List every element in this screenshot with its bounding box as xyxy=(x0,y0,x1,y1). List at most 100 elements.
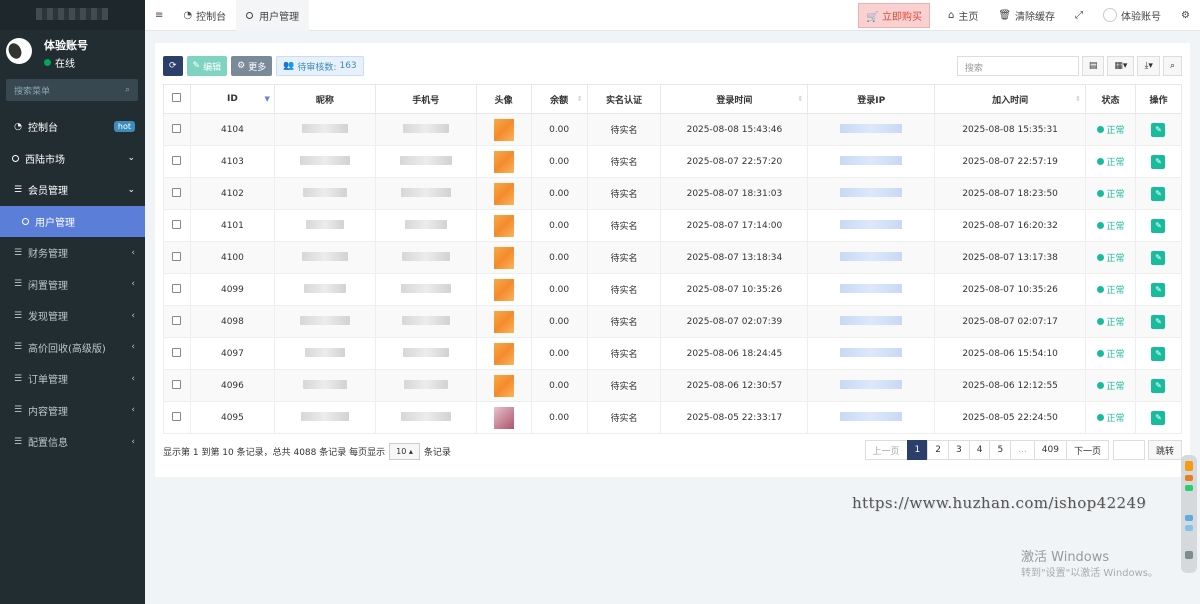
table-row[interactable]: 4103 0.00 待实名 2025-08-07 22:57:20 2025-08-07… xyxy=(163,145,1183,178)
edit-row-button[interactable]: ✎ xyxy=(1151,314,1166,329)
avatar[interactable] xyxy=(493,342,514,365)
sidebar-item-config[interactable]: ☰ 配置信息 ‹ xyxy=(0,426,145,458)
cell-login-ip[interactable] xyxy=(807,369,936,402)
account-menu[interactable]: 体验账号 xyxy=(1093,0,1171,31)
cell-avatar[interactable] xyxy=(475,337,532,370)
row-checkbox[interactable] xyxy=(163,209,191,242)
row-checkbox[interactable] xyxy=(163,113,191,146)
col-id[interactable]: ID ▼ xyxy=(189,84,275,114)
table-row[interactable]: 4099 0.00 待实名 2025-08-07 10:35:26 2025-08-07… xyxy=(163,273,1183,306)
refresh-button[interactable]: ⟳ xyxy=(163,56,183,76)
cell-avatar[interactable] xyxy=(475,369,532,402)
floating-monitor-widget[interactable] xyxy=(1181,455,1197,573)
menu-toggle-button[interactable]: ≡ xyxy=(145,0,173,31)
buy-now-button[interactable]: 🛒 立即购买 xyxy=(858,2,930,28)
sidebar-item-members[interactable]: ☰ 会员管理 ⌄ xyxy=(0,174,145,206)
sidebar-item-content[interactable]: ☰ 内容管理 ‹ xyxy=(0,395,145,427)
goto-page-button[interactable]: 跳转 xyxy=(1147,440,1182,460)
row-checkbox[interactable] xyxy=(163,241,191,274)
avatar[interactable] xyxy=(493,150,514,173)
row-checkbox[interactable] xyxy=(163,145,191,178)
tab-users[interactable]: 用户管理 xyxy=(236,0,310,31)
clear-cache-button[interactable]: 🗑 清除缓存 xyxy=(988,0,1065,31)
table-row[interactable]: 4096 0.00 待实名 2025-08-06 12:30:57 2025-08-06… xyxy=(163,369,1183,402)
edit-row-button[interactable]: ✎ xyxy=(1151,122,1166,137)
edit-row-button[interactable]: ✎ xyxy=(1151,410,1166,425)
avatar[interactable] xyxy=(493,246,514,269)
page-button[interactable]: 1 xyxy=(906,440,929,460)
avatar[interactable] xyxy=(493,374,514,397)
avatar[interactable] xyxy=(493,278,514,301)
cell-login-ip[interactable] xyxy=(807,209,936,242)
cell-login-ip[interactable] xyxy=(807,273,936,306)
row-checkbox[interactable] xyxy=(163,369,191,402)
sidebar-item-finance[interactable]: ☰ 财务管理 ‹ xyxy=(0,237,145,269)
cell-avatar[interactable] xyxy=(475,401,532,434)
avatar[interactable] xyxy=(493,182,514,205)
cell-avatar[interactable] xyxy=(475,177,532,210)
search-icon[interactable]: ⌕ xyxy=(125,85,130,95)
next-page-button[interactable]: 下一页 xyxy=(1065,440,1109,460)
cell-avatar[interactable] xyxy=(475,305,532,338)
page-button[interactable]: 4 xyxy=(968,440,991,460)
cell-login-ip[interactable] xyxy=(807,113,936,146)
sidebar-item-orders[interactable]: ☰ 订单管理 ‹ xyxy=(0,363,145,395)
export-button[interactable]: ⤓▾ xyxy=(1137,56,1160,76)
avatar[interactable] xyxy=(493,406,514,429)
table-search-input[interactable]: 搜索 xyxy=(956,56,1079,76)
columns-button[interactable]: ▦▾ xyxy=(1107,56,1135,76)
prev-page-button[interactable]: 上一页 xyxy=(864,440,908,460)
table-row[interactable]: 4101 0.00 待实名 2025-08-07 17:14:00 2025-08-07… xyxy=(163,209,1183,242)
cell-avatar[interactable] xyxy=(475,209,532,242)
toggle-view-button[interactable]: ▤ xyxy=(1081,56,1105,76)
row-checkbox[interactable] xyxy=(163,337,191,370)
page-button[interactable]: 409 xyxy=(1033,440,1067,460)
menu-search-input[interactable]: 搜索菜单 ⌕ xyxy=(6,79,138,101)
table-row[interactable]: 4100 0.00 待实名 2025-08-07 13:18:34 2025-08-07… xyxy=(163,241,1183,274)
home-link[interactable]: ⌂ 主页 xyxy=(938,0,988,31)
row-checkbox[interactable] xyxy=(163,177,191,210)
edit-row-button[interactable]: ✎ xyxy=(1151,250,1166,265)
table-row[interactable]: 4098 0.00 待实名 2025-08-07 02:07:39 2025-08-07… xyxy=(163,305,1183,338)
row-checkbox[interactable] xyxy=(163,401,191,434)
logo[interactable] xyxy=(0,0,145,30)
table-row[interactable]: 4095 0.00 待实名 2025-08-05 22:33:17 2025-08-05… xyxy=(163,401,1183,434)
page-button[interactable]: 3 xyxy=(947,440,970,460)
table-row[interactable]: 4104 0.00 待实名 2025-08-08 15:43:46 2025-08-08… xyxy=(163,113,1183,146)
table-row[interactable]: 4097 0.00 待实名 2025-08-06 18:24:45 2025-08-06… xyxy=(163,337,1183,370)
sidebar-item-users[interactable]: 用户管理 xyxy=(0,205,145,237)
cell-login-ip[interactable] xyxy=(807,401,936,434)
cell-login-ip[interactable] xyxy=(807,145,936,178)
sidebar-item-discover[interactable]: ☰ 发现管理 ‹ xyxy=(0,300,145,332)
page-button[interactable]: 5 xyxy=(989,440,1012,460)
sidebar-item-recycle[interactable]: ☰ 高价回收(高级版) ‹ xyxy=(0,332,145,364)
sidebar-item-dashboard[interactable]: ◔ 控制台 hot xyxy=(0,111,145,143)
edit-row-button[interactable]: ✎ xyxy=(1151,378,1166,393)
more-button[interactable]: ⚙ 更多 xyxy=(231,56,273,76)
page-size-select[interactable]: 10 ▴ xyxy=(389,443,420,460)
cell-login-ip[interactable] xyxy=(807,241,936,274)
cell-avatar[interactable] xyxy=(475,241,532,274)
cell-login-ip[interactable] xyxy=(807,337,936,370)
select-all-checkbox[interactable] xyxy=(163,84,191,114)
cell-avatar[interactable] xyxy=(475,113,532,146)
page-button[interactable]: 2 xyxy=(927,440,949,460)
cell-login-ip[interactable] xyxy=(807,177,936,210)
col-login-time[interactable]: 登录时间 ⇕ xyxy=(660,84,809,114)
avatar[interactable] xyxy=(493,214,514,237)
col-balance[interactable]: 余额 ⇕ xyxy=(530,84,588,114)
cell-login-ip[interactable] xyxy=(807,305,936,338)
goto-page-input[interactable] xyxy=(1112,440,1145,460)
settings-button[interactable]: ⚙ xyxy=(1171,0,1200,31)
advanced-search-button[interactable]: ⌕ xyxy=(1162,56,1182,76)
edit-row-button[interactable]: ✎ xyxy=(1151,346,1166,361)
sidebar-item-market[interactable]: 西陆市场 ⌄ xyxy=(0,143,145,175)
row-checkbox[interactable] xyxy=(163,273,191,306)
cell-avatar[interactable] xyxy=(475,273,532,306)
edit-row-button[interactable]: ✎ xyxy=(1151,186,1166,201)
tab-dashboard[interactable]: ◔ 控制台 xyxy=(173,0,236,31)
edit-row-button[interactable]: ✎ xyxy=(1151,154,1166,169)
pending-review-button[interactable]: 👥 待审核数: 163 xyxy=(276,56,364,76)
avatar[interactable] xyxy=(493,118,514,141)
fullscreen-button[interactable]: ⤢ xyxy=(1065,0,1093,31)
